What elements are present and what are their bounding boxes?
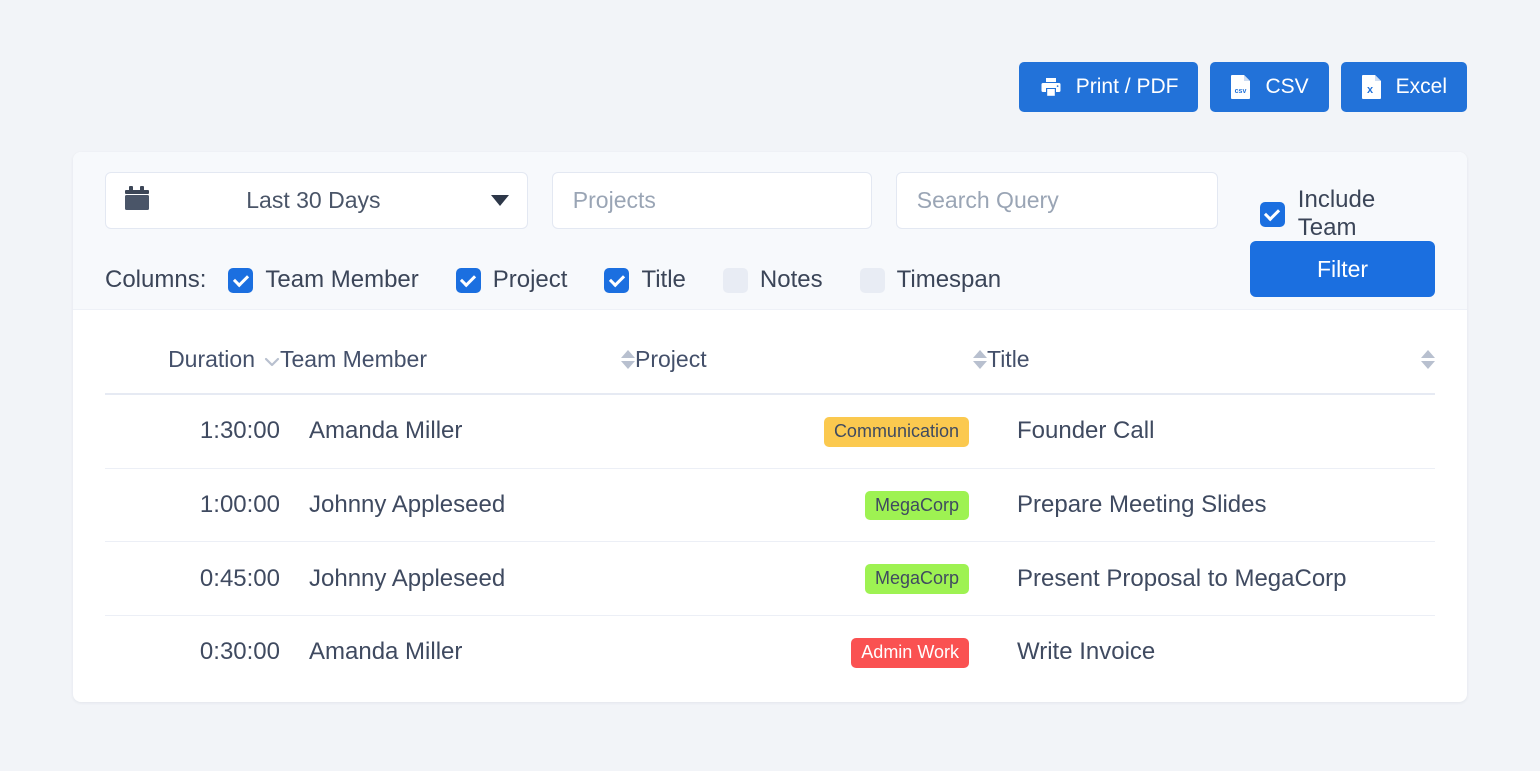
cell-title: Founder Call — [987, 394, 1435, 468]
sort-desc-icon[interactable] — [264, 346, 280, 373]
date-range-value: Last 30 Days — [150, 187, 491, 214]
column-header-project-label: Project — [635, 346, 707, 373]
column-checkbox-notes[interactable] — [723, 268, 748, 293]
columns-label: Columns: — [105, 266, 206, 294]
project-badge: Admin Work — [851, 638, 969, 668]
column-header-duration-label: Duration — [168, 346, 255, 373]
cell-team-member: Amanda Miller — [280, 616, 635, 689]
filter-panel: Last 30 Days Include Team Columns: Team … — [73, 152, 1467, 310]
column-header-title-label: Title — [987, 346, 1030, 373]
cell-title: Present Proposal to MegaCorp — [987, 542, 1435, 616]
sort-toggle-icon[interactable] — [973, 350, 987, 369]
column-toggle-timespan[interactable]: Timespan — [860, 266, 1001, 294]
cell-team-member: Johnny Appleseed — [280, 542, 635, 616]
table-row[interactable]: 1:30:00Amanda Miller Communication Founder… — [105, 394, 1435, 468]
table-body: 1:30:00Amanda MillerCommunicationFounder… — [105, 394, 1435, 689]
cell-duration: 0:30:00 — [105, 616, 280, 689]
include-team-checkbox-box[interactable] — [1260, 202, 1285, 227]
cell-title: Write Invoice — [987, 616, 1435, 689]
projects-input[interactable] — [552, 172, 872, 229]
chevron-down-icon — [491, 195, 509, 206]
sort-toggle-icon[interactable] — [621, 350, 635, 369]
table-header: Duration Team Member — [105, 332, 1435, 394]
cell-team-member: Johnny Appleseed — [280, 468, 635, 542]
columns-selector-row: Columns: Team Member Project Title Notes… — [105, 266, 1435, 294]
project-badge: MegaCorp — [865, 564, 969, 594]
column-toggle-title[interactable]: Title — [604, 266, 685, 294]
table-row[interactable]: 0:30:00Amanda Miller Admin Work Write Invo… — [105, 616, 1435, 689]
csv-file-icon: csv — [1230, 74, 1252, 100]
report-card: Last 30 Days Include Team Columns: Team … — [73, 152, 1467, 702]
cell-duration: 0:45:00 — [105, 542, 280, 616]
results-table-wrapper: Duration Team Member — [73, 310, 1467, 689]
time-entries-table: Duration Team Member — [105, 332, 1435, 689]
filter-inputs-row: Last 30 Days Include Team — [105, 172, 1435, 242]
column-label-project: Project — [493, 266, 568, 294]
date-range-picker[interactable]: Last 30 Days — [105, 172, 528, 229]
cell-project: MegaCorp — [635, 542, 987, 616]
include-team-label: Include Team — [1298, 186, 1435, 242]
column-checkbox-timespan[interactable] — [860, 268, 885, 293]
project-badge: Communication — [824, 417, 969, 447]
excel-export-label: Excel — [1396, 75, 1447, 99]
column-label-team-member: Team Member — [265, 266, 418, 294]
print-pdf-label: Print / PDF — [1076, 75, 1179, 99]
csv-export-label: CSV — [1265, 75, 1308, 99]
cell-project: Communication — [635, 394, 987, 468]
column-label-title: Title — [641, 266, 685, 294]
column-header-team-member-label: Team Member — [280, 346, 427, 373]
column-header-team-member[interactable]: Team Member — [280, 332, 635, 394]
column-label-notes: Notes — [760, 266, 823, 294]
include-team-checkbox[interactable]: Include Team — [1260, 186, 1435, 242]
cell-team-member: Amanda Miller — [280, 394, 635, 468]
table-header-row: Duration Team Member — [105, 332, 1435, 394]
export-toolbar: Print / PDF csv CSV x Excel — [1019, 62, 1467, 112]
svg-text:x: x — [1367, 84, 1374, 96]
cell-project: MegaCorp — [635, 468, 987, 542]
table-row[interactable]: 1:00:00Johnny Appleseed MegaCorp Prepare M… — [105, 468, 1435, 542]
column-checkbox-project[interactable] — [456, 268, 481, 293]
search-query-input[interactable] — [896, 172, 1218, 229]
csv-export-button[interactable]: csv CSV — [1210, 62, 1328, 112]
column-label-timespan: Timespan — [897, 266, 1001, 294]
cell-duration: 1:00:00 — [105, 468, 280, 542]
column-header-project[interactable]: Project — [635, 332, 987, 394]
excel-export-button[interactable]: x Excel — [1341, 62, 1467, 112]
cell-project: Admin Work — [635, 616, 987, 689]
column-toggle-notes[interactable]: Notes — [723, 266, 823, 294]
print-pdf-button[interactable]: Print / PDF — [1019, 62, 1199, 112]
project-badge: MegaCorp — [865, 491, 969, 521]
column-checkbox-team-member[interactable] — [228, 268, 253, 293]
excel-file-icon: x — [1361, 74, 1383, 100]
cell-duration: 1:30:00 — [105, 394, 280, 468]
svg-text:csv: csv — [1235, 88, 1247, 95]
printer-icon — [1039, 75, 1063, 99]
calendar-icon — [124, 185, 150, 217]
column-toggle-team-member[interactable]: Team Member — [228, 266, 418, 294]
column-header-duration[interactable]: Duration — [105, 332, 280, 394]
sort-toggle-icon[interactable] — [1421, 350, 1435, 369]
column-checkbox-title[interactable] — [604, 268, 629, 293]
column-header-title[interactable]: Title — [987, 332, 1435, 394]
filter-button[interactable]: Filter — [1250, 241, 1435, 297]
table-row[interactable]: 0:45:00Johnny Appleseed MegaCorp Present P… — [105, 542, 1435, 616]
column-toggle-project[interactable]: Project — [456, 266, 568, 294]
cell-title: Prepare Meeting Slides — [987, 468, 1435, 542]
